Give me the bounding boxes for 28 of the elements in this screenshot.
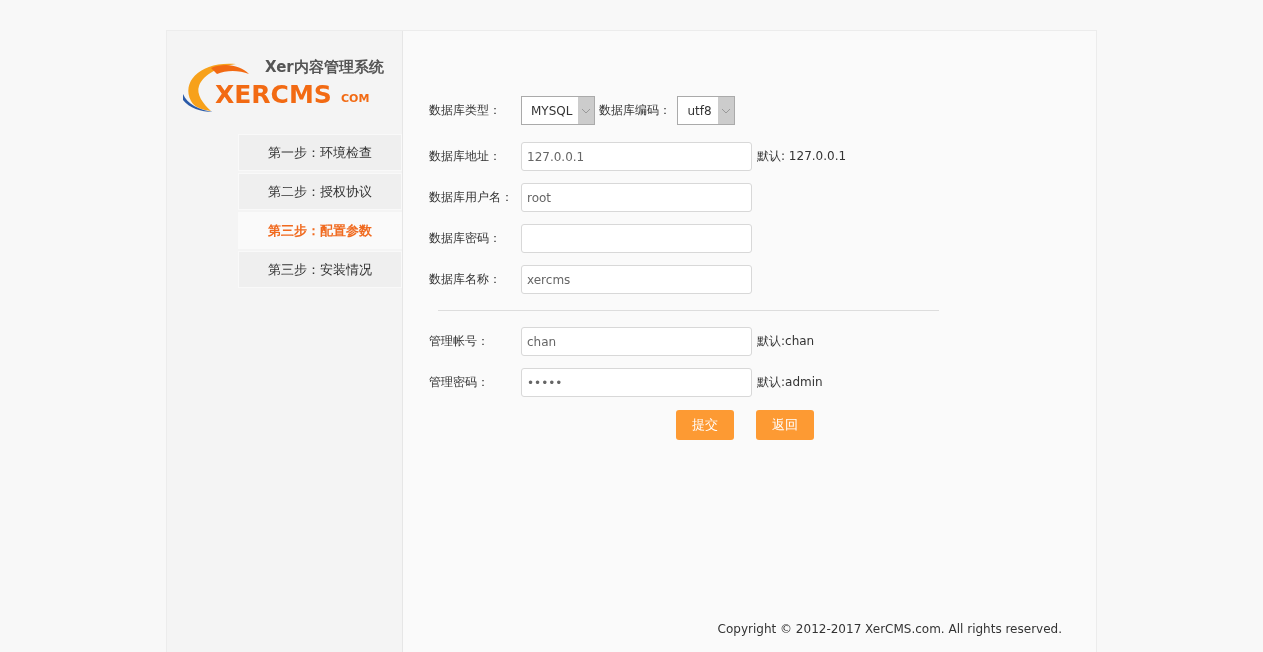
- input-field[interactable]: •••••: [521, 368, 752, 397]
- field-label: 数据库名称：: [429, 271, 502, 288]
- step-tab[interactable]: 第三步：安装情况: [238, 251, 402, 288]
- select-field[interactable]: utf8: [677, 96, 735, 125]
- logo-domain: COM: [341, 92, 370, 105]
- logo-wordmark: XERCMS: [215, 80, 332, 109]
- field-label: 数据库地址：: [429, 148, 502, 165]
- field-label: 管理帐号：: [429, 333, 490, 350]
- chevron-down-icon: [717, 97, 734, 124]
- copyright-text: Copyright © 2012-2017 XerCMS.com. All rights reserved.: [717, 622, 1062, 636]
- input-field[interactable]: [521, 224, 752, 253]
- chevron-down-icon: [578, 97, 595, 124]
- input-field[interactable]: root: [521, 183, 752, 212]
- default-hint: 默认:admin: [757, 374, 823, 391]
- input-field[interactable]: xercms: [521, 265, 752, 294]
- step-tab[interactable]: 第二步：授权协议: [238, 173, 402, 210]
- default-hint: 默认: 127.0.0.1: [757, 148, 847, 165]
- default-hint: 默认:chan: [757, 333, 815, 350]
- step-tab[interactable]: 第一步：环境检查: [238, 134, 402, 171]
- input-field[interactable]: 127.0.0.1: [521, 142, 752, 171]
- field-label: 数据库编码：: [599, 102, 672, 119]
- field-label: 数据库密码：: [429, 230, 502, 247]
- input-field[interactable]: chan: [521, 327, 752, 356]
- field-label: 数据库用户名：: [429, 189, 514, 206]
- field-label: 管理密码：: [429, 374, 490, 391]
- logo-tagline: Xer内容管理系统: [265, 58, 384, 77]
- field-label: 数据库类型：: [429, 102, 502, 119]
- select-field[interactable]: MYSQL: [521, 96, 596, 125]
